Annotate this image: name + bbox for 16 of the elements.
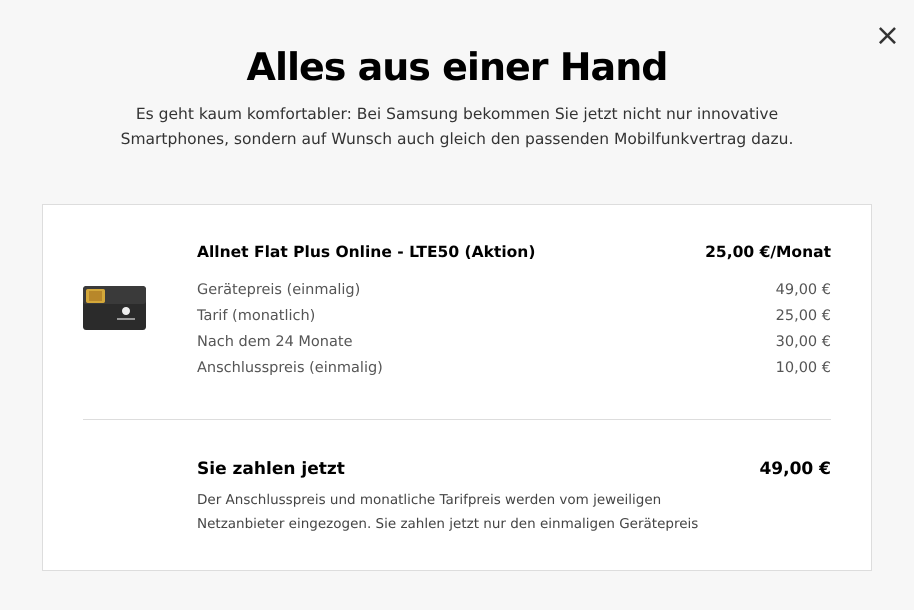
price-value: 25,00 € <box>776 307 831 326</box>
plan-name: Allnet Flat Plus Online - LTE50 (Aktion) <box>197 242 536 263</box>
intro-text: Es geht kaum komfortabler: Bei Samsung bekommen Sie jetzt nicht nur innovative Smartphones, sondern auf Wunsch auch gleich den passenden Mobilfunkvertrag dazu. <box>120 104 794 150</box>
close-button[interactable]: × <box>872 24 902 48</box>
price-label: Tarif (monatlich) <box>197 307 316 326</box>
total-note: Der Anschlusspreis und monatliche Tarifpreis werden vom jeweiligen Netzanbieter eingezogen. Sie zahlen jetzt nur den einmaligen Gerätepreis <box>197 491 700 534</box>
total-label: Sie zahlen jetzt <box>197 458 345 480</box>
price-value: 30,00 € <box>776 333 831 352</box>
price-value: 10,00 € <box>776 359 831 378</box>
plan-price: 25,00 €/Monat <box>705 242 831 263</box>
modal-title: Alles aus einer Hand <box>246 44 668 91</box>
total-value: 49,00 € <box>759 458 831 480</box>
price-label: Nach dem 24 Monate <box>197 333 352 352</box>
price-label: Anschlusspreis (einmalig) <box>197 359 383 378</box>
price-label: Gerätepreis (einmalig) <box>197 281 360 300</box>
price-value: 49,00 € <box>776 281 831 300</box>
